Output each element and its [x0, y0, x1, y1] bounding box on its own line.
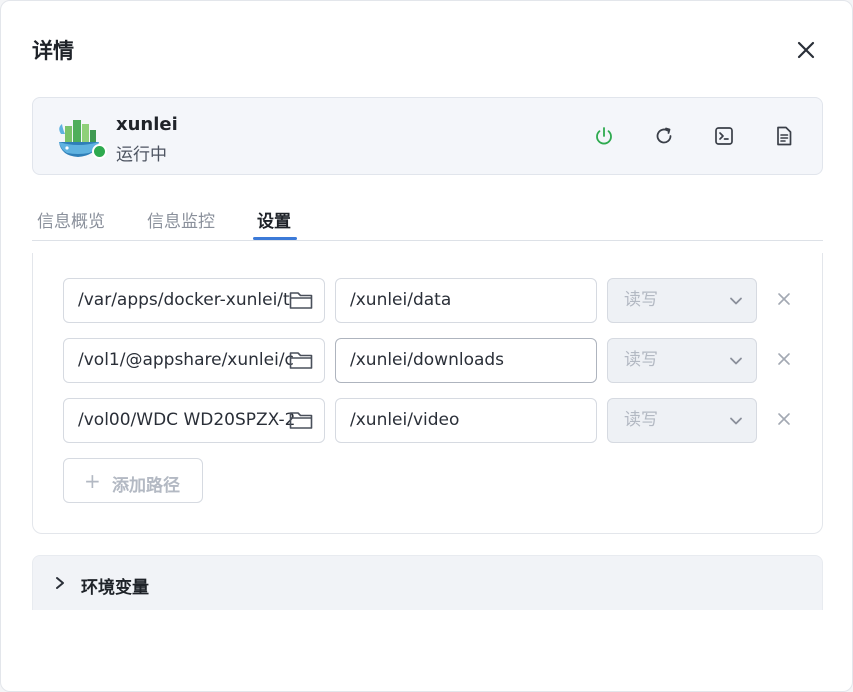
remove-path-icon[interactable] [776, 411, 792, 427]
tab-overview[interactable]: 信息概览 [37, 207, 105, 232]
chevron-down-icon [730, 357, 742, 365]
host-path-input[interactable]: /vol1/@appshare/xunlei/c [63, 338, 325, 383]
remove-path-icon[interactable] [776, 291, 792, 307]
folder-icon[interactable] [288, 348, 314, 372]
terminal-icon[interactable] [712, 124, 736, 148]
mode-select-value: 读写 [624, 350, 658, 370]
mode-select[interactable]: 读写 [607, 278, 757, 323]
host-path-input[interactable]: /var/apps/docker-xunlei/t [63, 278, 325, 323]
app-summary-card: xunlei 运行中 [32, 97, 823, 175]
mode-select-value: 读写 [624, 290, 658, 310]
running-status-dot [92, 144, 107, 159]
tab-monitor[interactable]: 信息监控 [147, 207, 215, 232]
mode-select[interactable]: 读写 [607, 338, 757, 383]
path-row: /vol00/WDC WD20SPZX-2 /xunlei/video 读写 [63, 398, 803, 443]
tab-bar: 信息概览 信息监控 设置 [32, 197, 823, 241]
container-path-input[interactable]: /xunlei/data [335, 278, 597, 323]
host-path-input[interactable]: /vol00/WDC WD20SPZX-2 [63, 398, 325, 443]
env-variables-label: 环境变量 [81, 578, 149, 598]
dialog-title: 详情 [32, 39, 74, 63]
mode-select-value: 读写 [624, 410, 658, 430]
active-tab-indicator [253, 237, 297, 240]
chevron-down-icon [730, 417, 742, 425]
close-icon[interactable] [794, 38, 818, 62]
tab-settings[interactable]: 设置 [257, 207, 291, 232]
path-row: /var/apps/docker-xunlei/t /xunlei/data 读… [63, 278, 803, 323]
details-dialog: 详情 xunlei 运行中 信息概览 信息监控 设置 /var/apps/doc… [0, 0, 853, 692]
container-path-input[interactable]: /xunlei/video [335, 398, 597, 443]
add-path-button[interactable]: + 添加路径 [63, 458, 203, 503]
app-status-text: 运行中 [116, 145, 167, 165]
power-icon[interactable] [592, 124, 616, 148]
folder-icon[interactable] [288, 408, 314, 432]
app-name: xunlei [116, 114, 178, 135]
plus-icon: + [84, 469, 101, 493]
path-row: /vol1/@appshare/xunlei/c /xunlei/downloa… [63, 338, 803, 383]
log-document-icon[interactable] [772, 124, 796, 148]
container-path-input[interactable]: /xunlei/downloads [335, 338, 597, 383]
folder-icon[interactable] [288, 288, 314, 312]
refresh-icon[interactable] [652, 124, 676, 148]
chevron-right-icon [56, 577, 64, 589]
remove-path-icon[interactable] [776, 351, 792, 367]
chevron-down-icon [730, 297, 742, 305]
env-variables-section[interactable]: 环境变量 [32, 555, 823, 610]
mode-select[interactable]: 读写 [607, 398, 757, 443]
add-path-label: 添加路径 [112, 476, 180, 496]
volume-settings-panel: /var/apps/docker-xunlei/t /xunlei/data 读… [32, 253, 823, 534]
